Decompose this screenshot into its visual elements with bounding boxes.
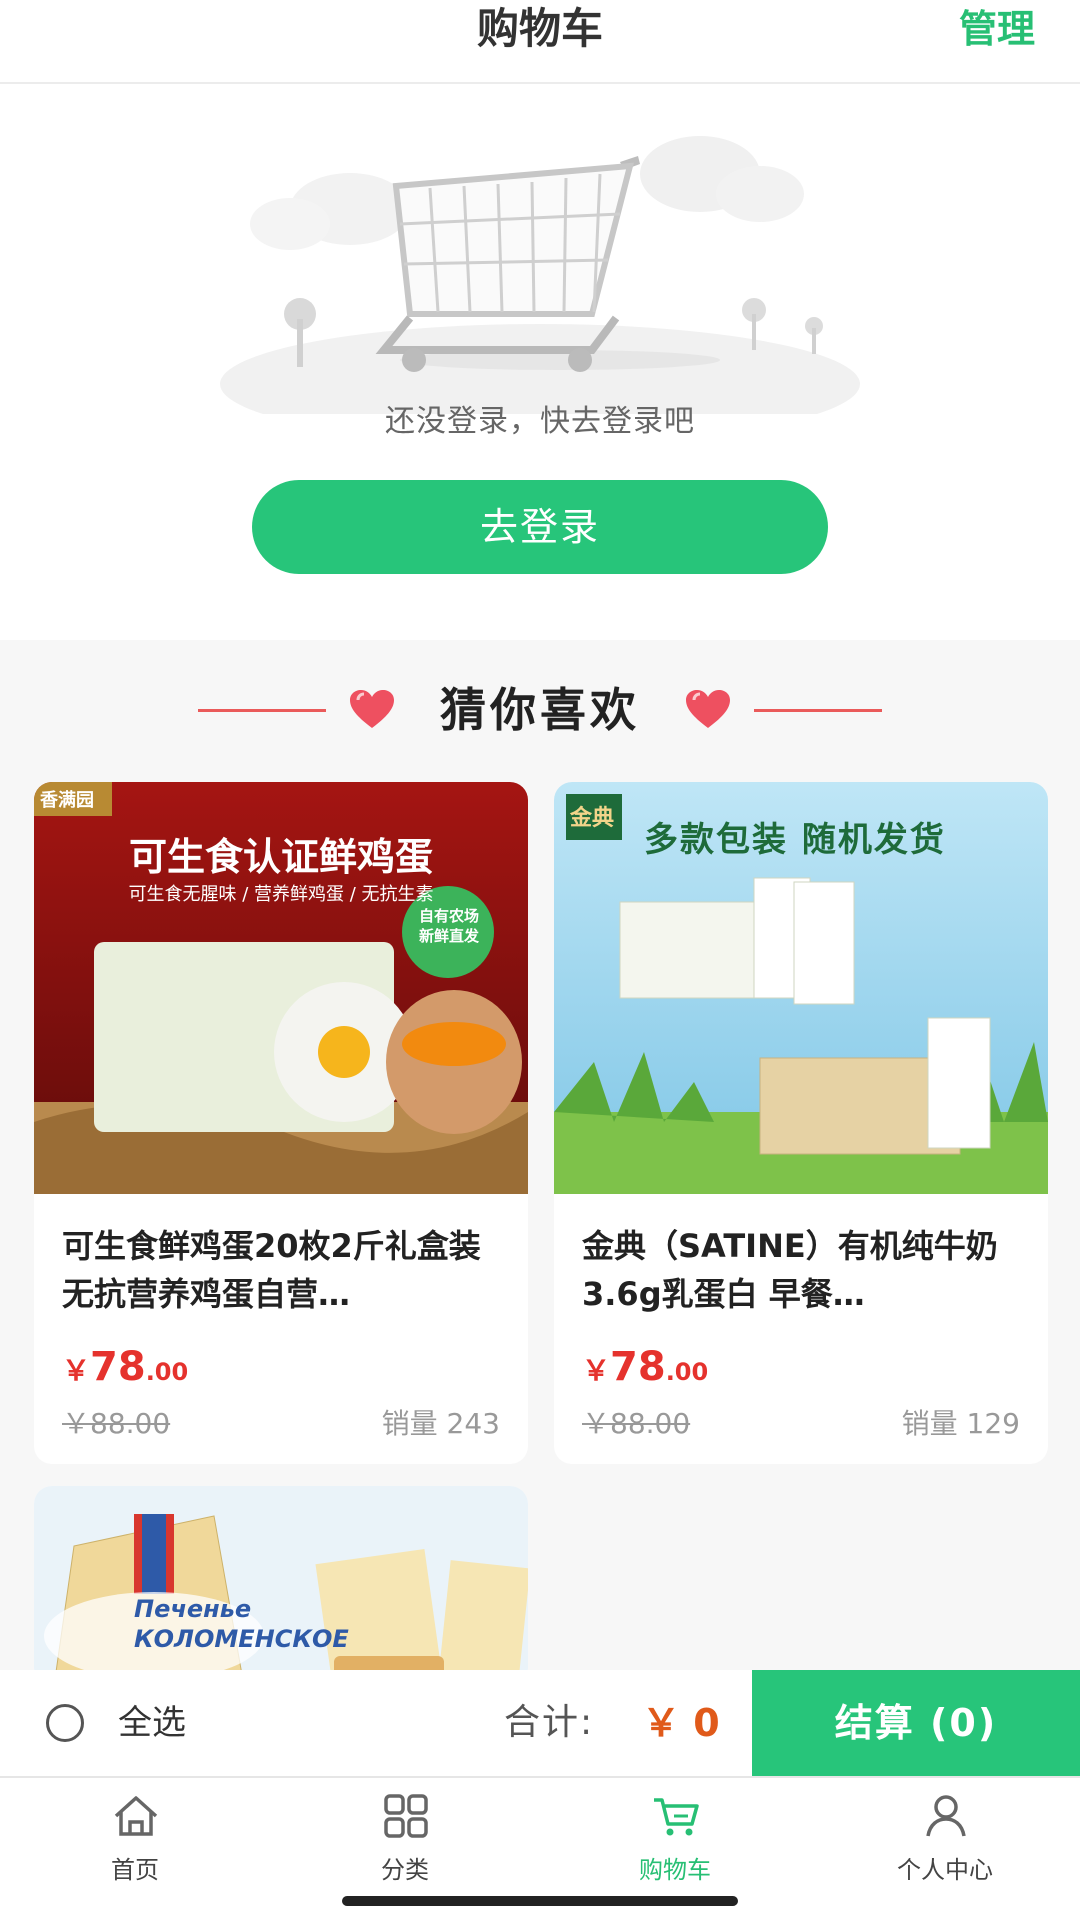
manage-button[interactable]: 管理 bbox=[959, 0, 1035, 58]
tab-cart[interactable]: 购物车 bbox=[540, 1778, 810, 1888]
tab-profile[interactable]: 个人中心 bbox=[810, 1778, 1080, 1888]
original-price: ￥88.00 bbox=[582, 1407, 691, 1440]
divider-line bbox=[754, 709, 882, 712]
tab-label: 购物车 bbox=[639, 1856, 711, 1884]
price-integer: 78 bbox=[90, 1344, 146, 1390]
price-decimal: .00 bbox=[145, 1358, 189, 1386]
tab-category[interactable]: 分类 bbox=[270, 1778, 540, 1888]
recommend-title: 猜你喜欢 bbox=[440, 683, 640, 737]
empty-cart-message: 还没登录，快去登录吧 bbox=[385, 404, 695, 439]
heart-icon bbox=[686, 690, 730, 728]
product-name[interactable]: 金典（SATINE）有机纯牛奶 3.6g乳蛋白 早餐… bbox=[582, 1222, 1022, 1318]
sales-count: 销量 129 bbox=[901, 1407, 1020, 1440]
login-button[interactable]: 去登录 bbox=[252, 480, 828, 574]
product-image-text: Печенье КОЛОМЕНСКОЕ bbox=[134, 1595, 349, 1653]
cart-icon bbox=[654, 1798, 699, 1836]
sales-count: 销量 243 bbox=[381, 1407, 500, 1440]
checkout-bar: 全选 合计: ￥ 0 结算 (0) bbox=[0, 1670, 1080, 1776]
tab-label: 首页 bbox=[111, 1856, 159, 1884]
empty-cart-panel: 还没登录，快去登录吧 去登录 bbox=[0, 84, 1080, 640]
tab-home[interactable]: 首页 bbox=[0, 1778, 270, 1888]
total-label: 合计: bbox=[504, 1702, 595, 1743]
price-integer: 78 bbox=[610, 1344, 666, 1390]
home-indicator[interactable] bbox=[342, 1896, 738, 1906]
product-card[interactable]: Печенье КОЛОМЕНСКОЕ bbox=[34, 1486, 528, 1686]
price-decimal: .00 bbox=[665, 1358, 709, 1386]
product-image-banner: 可生食认证鲜鸡蛋 bbox=[128, 835, 433, 879]
product-card[interactable]: 金典 多款包装 随机发货 金典（SATINE）有机纯牛奶 3.6g乳蛋白 早餐…… bbox=[554, 782, 1048, 1464]
tab-label: 个人中心 bbox=[897, 1856, 993, 1884]
category-icon bbox=[384, 1794, 428, 1838]
product-image[interactable] bbox=[34, 1486, 528, 1686]
nav-header: 购物车 管理 bbox=[0, 0, 1080, 84]
product-image-badge: 自有农场 新鲜直发 bbox=[418, 907, 479, 945]
product-image-brand: 金典 bbox=[570, 806, 615, 831]
price-symbol: ￥ bbox=[582, 1354, 611, 1387]
original-price: ￥88.00 bbox=[62, 1407, 171, 1440]
product-card[interactable]: 香满园 可生食认证鲜鸡蛋 可生食无腥味 / 营养鲜鸡蛋 / 无抗生素 自有农场 … bbox=[34, 782, 528, 1464]
price-symbol: ￥ bbox=[62, 1354, 91, 1387]
empty-cart-illustration bbox=[220, 136, 860, 414]
page-title: 购物车 bbox=[476, 4, 603, 53]
recommend-section-header: 猜你喜欢 bbox=[0, 670, 1080, 750]
product-price: ￥78.00 bbox=[582, 1344, 708, 1390]
product-price: ￥78.00 bbox=[62, 1344, 188, 1390]
select-all-label[interactable]: 全选 bbox=[118, 1670, 186, 1776]
product-image-sub: 可生食无腥味 / 营养鲜鸡蛋 / 无抗生素 bbox=[128, 884, 434, 905]
checkout-button[interactable]: 结算 (0) bbox=[752, 1670, 1080, 1776]
select-all-checkbox[interactable] bbox=[46, 1704, 84, 1742]
product-image-banner: 多款包装 随机发货 bbox=[644, 820, 946, 860]
total-amount: ￥ 0 bbox=[642, 1701, 720, 1745]
product-image-brand: 香满园 bbox=[40, 790, 94, 811]
tab-label: 分类 bbox=[381, 1856, 429, 1884]
home-icon bbox=[114, 1796, 158, 1836]
product-name[interactable]: 可生食鲜鸡蛋20枚2斤礼盒装无抗营养鸡蛋自营… bbox=[62, 1222, 502, 1318]
user-icon bbox=[926, 1795, 966, 1837]
